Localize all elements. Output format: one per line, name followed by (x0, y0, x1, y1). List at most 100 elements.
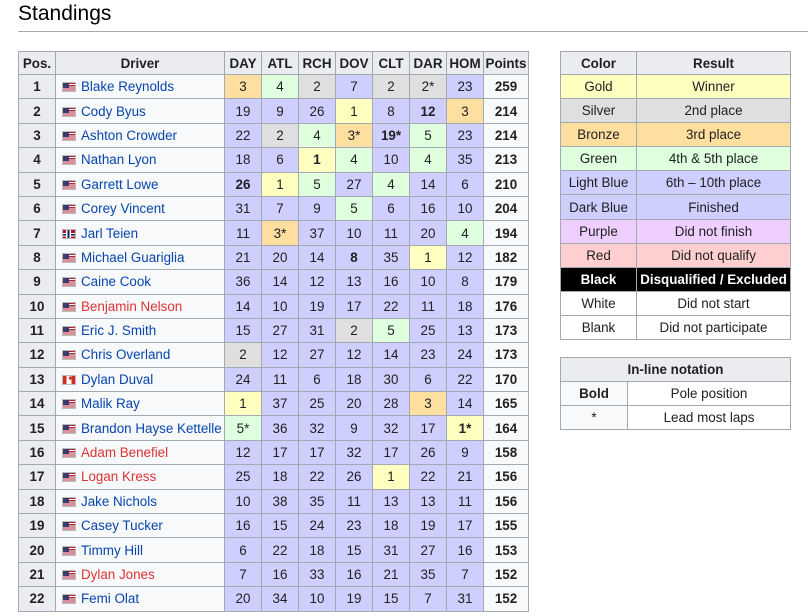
col-header-dov: DOV (335, 51, 373, 75)
result-cell-day: 20 (224, 586, 262, 612)
driver-link[interactable]: Garrett Lowe (81, 177, 158, 192)
driver-cell: Timmy Hill (55, 537, 225, 563)
driver-link[interactable]: Caine Cook (81, 274, 151, 289)
driver-link[interactable]: Chris Overland (81, 347, 170, 362)
notation-title: In-line notation (560, 357, 791, 382)
result-cell-clt: 14 (372, 342, 410, 368)
driver-cell: Jake Nichols (55, 488, 225, 515)
result-cell-rch: 31 (298, 317, 336, 344)
legend-result-cell: Did not finish (636, 218, 791, 244)
driver-link[interactable]: Dylan Duval (81, 372, 153, 387)
legend-header-color: Color (560, 51, 637, 75)
result-cell-atl: 22 (261, 537, 299, 563)
col-header-points: Points (483, 51, 529, 75)
result-cell-day: 31 (224, 195, 262, 222)
result-cell-atl: 11 (261, 366, 299, 393)
us-flag-icon (62, 204, 76, 215)
result-cell-atl: 7 (261, 195, 299, 222)
result-cell-clt: 5 (372, 317, 410, 344)
result-cell-dar: 13 (409, 488, 447, 515)
result-cell-day: 36 (224, 269, 262, 295)
driver-link[interactable]: Michael Guariglia (81, 250, 184, 265)
driver-cell: Femi Olat (55, 586, 225, 612)
position-cell: 22 (18, 586, 56, 612)
result-cell-rch: 12 (298, 269, 336, 295)
result-cell-atl: 15 (261, 513, 299, 539)
result-cell-hom: 35 (446, 147, 484, 173)
driver-link[interactable]: Adam Benefiel (81, 445, 168, 460)
legend-row: Purple Did not finish (560, 218, 791, 244)
driver-link[interactable]: Corey Vincent (81, 201, 165, 216)
result-cell-hom: 11 (446, 488, 484, 515)
table-row: 1 Blake Reynolds 3 4 2 7 2 2* 23 259 (18, 73, 529, 100)
us-flag-icon (62, 496, 76, 507)
result-cell-hom: 17 (446, 513, 484, 539)
table-row: 10 Benjamin Nelson 14 10 19 17 22 11 18 176 (18, 293, 529, 319)
position-cell: 10 (18, 293, 56, 319)
us-flag-icon (62, 448, 76, 459)
driver-cell: Caine Cook (55, 269, 225, 295)
result-cell-day: 25 (224, 464, 262, 490)
col-header-clt: CLT (372, 51, 410, 75)
driver-link[interactable]: Timmy Hill (81, 543, 143, 558)
result-cell-atl: 17 (261, 439, 299, 466)
result-cell-rch: 17 (298, 439, 336, 466)
driver-link[interactable]: Ashton Crowder (81, 128, 177, 143)
result-cell-atl: 2 (261, 122, 299, 149)
legend-row: Red Did not qualify (560, 242, 791, 268)
driver-link[interactable]: Cody Byus (81, 104, 146, 119)
us-flag-icon (62, 423, 76, 434)
result-cell-clt: 17 (372, 439, 410, 466)
result-cell-dar: 17 (409, 415, 447, 441)
position-cell: 12 (18, 342, 56, 368)
legend-row: Green 4th & 5th place (560, 146, 791, 172)
result-cell-clt: 31 (372, 537, 410, 563)
driver-link[interactable]: Casey Tucker (81, 518, 163, 533)
result-cell-dov: 5 (335, 195, 373, 222)
notation-row: Bold Pole position (560, 381, 791, 406)
driver-link[interactable]: Femi Olat (81, 591, 139, 606)
result-cell-hom: 18 (446, 293, 484, 319)
driver-link[interactable]: Benjamin Nelson (81, 299, 182, 314)
col-header-driver: Driver (55, 51, 225, 75)
result-cell-atl: 3* (261, 220, 299, 246)
result-cell-hom: 23 (446, 73, 484, 100)
result-cell-dar: 16 (409, 195, 447, 222)
table-row: 12 Chris Overland 2 12 27 12 14 23 24 173 (18, 342, 529, 368)
norway-flag-icon (62, 228, 76, 239)
table-row: 20 Timmy Hill 6 22 18 15 31 27 16 153 (18, 537, 529, 563)
notation-key-cell: Bold (560, 381, 628, 406)
driver-link[interactable]: Nathan Lyon (81, 152, 156, 167)
result-cell-day: 10 (224, 488, 262, 515)
position-cell: 15 (18, 415, 56, 441)
driver-link[interactable]: Jake Nichols (81, 494, 157, 509)
driver-link[interactable]: Dylan Jones (81, 567, 155, 582)
result-cell-day: 11 (224, 220, 262, 246)
driver-link[interactable]: Logan Kress (81, 469, 156, 484)
legend-row: Dark Blue Finished (560, 194, 791, 220)
position-cell: 14 (18, 391, 56, 417)
driver-link[interactable]: Jarl Teien (81, 226, 138, 241)
driver-link[interactable]: Blake Reynolds (81, 79, 174, 94)
result-cell-rch: 18 (298, 537, 336, 563)
legend-result-cell: 6th – 10th place (636, 170, 791, 196)
us-flag-icon (62, 277, 76, 288)
result-cell-dar: 5 (409, 122, 447, 149)
driver-link[interactable]: Eric J. Smith (81, 323, 156, 338)
col-header-hom: HOM (446, 51, 484, 75)
position-cell: 6 (18, 195, 56, 222)
table-row: 3 Ashton Crowder 22 2 4 3* 19* 5 23 214 (18, 122, 529, 149)
table-row: 21 Dylan Jones 7 16 33 16 21 35 7 152 (18, 561, 529, 588)
result-cell-hom: 31 (446, 586, 484, 612)
result-cell-dar: 3 (409, 391, 447, 417)
driver-link[interactable]: Brandon Hayse Kettelle (81, 421, 222, 436)
table-row: 15 Brandon Hayse Kettelle 5* 36 32 9 32 17 1* 164 (18, 415, 529, 441)
result-cell-day: 7 (224, 561, 262, 588)
position-cell: 11 (18, 317, 56, 344)
driver-link[interactable]: Malik Ray (81, 396, 140, 411)
us-flag-icon (62, 472, 76, 483)
result-cell-atl: 20 (261, 244, 299, 271)
result-cell-rch: 5 (298, 171, 336, 197)
table-row: 6 Corey Vincent 31 7 9 5 6 16 10 204 (18, 195, 529, 222)
result-cell-day: 18 (224, 147, 262, 173)
